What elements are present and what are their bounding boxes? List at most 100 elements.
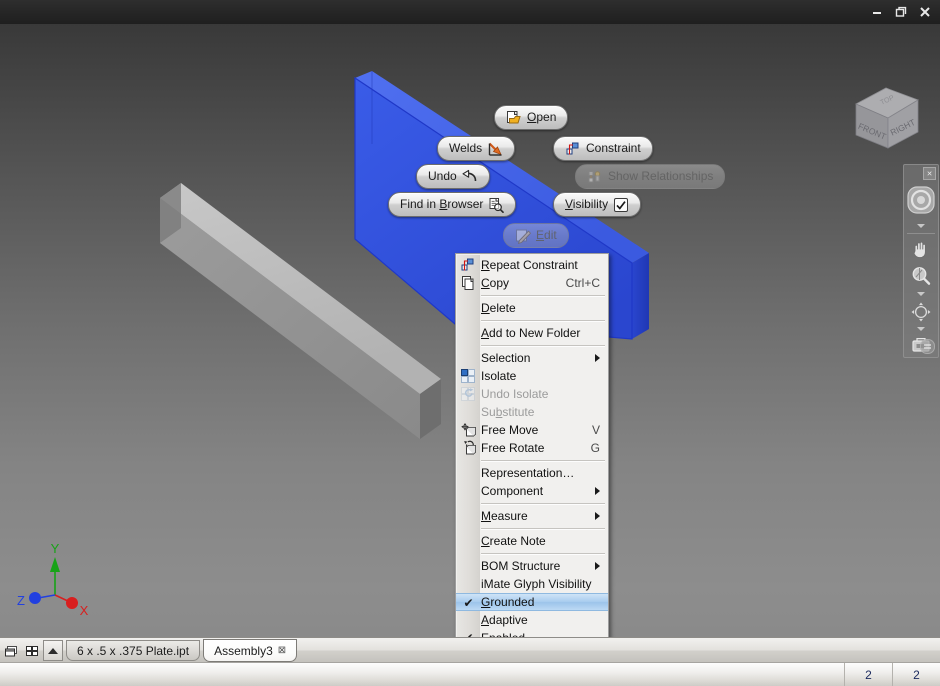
submenu-arrow-icon (595, 487, 600, 495)
orbit-icon[interactable] (904, 299, 938, 325)
menu-adaptive-label: Adaptive (481, 613, 528, 627)
mini-find-in-browser-button-label: Find in Browser (400, 197, 484, 211)
minimize-button[interactable] (866, 3, 888, 21)
menu-grounded[interactable]: ✔ Grounded (456, 593, 608, 611)
doc-tab-plate[interactable]: 6 x .5 x .375 Plate.ipt (66, 640, 201, 661)
mini-edit-button: Edit (503, 223, 569, 248)
pan-hand-icon[interactable] (904, 236, 938, 262)
menu-isolate[interactable]: Isolate (456, 367, 608, 385)
menu-bom-structure-label: BOM Structure (481, 559, 561, 573)
mini-undo-button[interactable]: Undo (416, 164, 490, 189)
menu-measure-label: Measure (481, 509, 528, 523)
mini-constraint-button-label: Constraint (586, 141, 641, 155)
menu-separator (456, 525, 608, 532)
title-bar (0, 0, 940, 24)
doc-tab-close-icon[interactable]: ⊠ (278, 645, 286, 656)
menu-component[interactable]: Component (456, 482, 608, 500)
menu-repeat-constraint[interactable]: Repeat Constraint (456, 256, 608, 274)
menu-representation-label: Representation… (481, 466, 575, 480)
menu-substitute: Substitute (456, 403, 608, 421)
menu-repeat-constraint-label: Repeat Constraint (481, 258, 578, 272)
menu-free-move-label: Free Move (481, 423, 539, 437)
close-button[interactable] (914, 3, 936, 21)
mini-constraint-button[interactable]: Constraint (553, 136, 653, 161)
navbar-menu-icon[interactable] (920, 339, 935, 354)
menu-selection[interactable]: Selection (456, 349, 608, 367)
menu-add-to-new-folder[interactable]: Add to New Folder (456, 324, 608, 342)
menu-selection-label: Selection (481, 351, 531, 365)
menu-free-move[interactable]: Free Move V (456, 421, 608, 439)
mini-visibility-button-label: Visibility (565, 197, 609, 211)
menu-undo-isolate: Undo Isolate (456, 385, 608, 403)
zoom-magnifier-icon[interactable] (904, 263, 938, 289)
menu-separator (456, 292, 608, 299)
menu-bom-structure[interactable]: BOM Structure (456, 557, 608, 575)
navigation-bar[interactable]: ✕ (903, 164, 939, 358)
mini-show-relationships-button-label: Show Relationships (608, 169, 714, 183)
menu-isolate-label: Isolate (481, 369, 517, 383)
menu-representation[interactable]: Representation… (456, 464, 608, 482)
mini-edit-button-label: Edit (536, 228, 557, 242)
mini-open-button[interactable]: Open (494, 105, 569, 130)
menu-separator (456, 317, 608, 324)
menu-create-note[interactable]: Create Note (456, 532, 608, 550)
menu-delete[interactable]: Delete (456, 299, 608, 317)
mini-undo-button-label: Undo (428, 169, 457, 183)
restore-button[interactable] (890, 3, 912, 21)
menu-measure[interactable]: Measure (456, 507, 608, 525)
view-cube[interactable]: FRONT RIGHT TOP (838, 60, 934, 156)
menu-enabled-label: Enabled (481, 631, 600, 637)
menu-copy-label: Copy (481, 276, 510, 290)
mini-welds-button[interactable]: Welds (437, 136, 516, 161)
free-move-icon (460, 422, 476, 438)
constraint-icon (565, 141, 581, 157)
steering-wheel-icon[interactable] (904, 179, 938, 221)
mini-show-relationships-button: Show Relationships (575, 164, 726, 189)
menu-adaptive[interactable]: Adaptive (456, 611, 608, 629)
axis-label-y: Y (51, 541, 60, 556)
submenu-arrow-icon (595, 562, 600, 570)
axis-triad: Y X Z (17, 541, 89, 618)
cascade-windows-button[interactable] (1, 640, 21, 661)
menu-copy-shortcut: Ctrl+C (565, 276, 600, 290)
axis-label-z: Z (17, 593, 25, 608)
menu-delete-label: Delete (481, 301, 516, 315)
tile-windows-button[interactable] (22, 640, 42, 661)
relationships-icon (587, 169, 603, 185)
menu-copy[interactable]: Copy Ctrl+C (456, 274, 608, 292)
welds-icon (487, 141, 503, 157)
zoom-dropdown-icon[interactable] (904, 290, 938, 298)
3d-viewport[interactable]: FRONT RIGHT TOP ✕ Y X Z Open Welds Const… (0, 24, 940, 637)
window-controls (866, 3, 936, 21)
menu-enabled[interactable]: ✔ Enabled (456, 629, 608, 638)
undo-arrow-icon (462, 169, 478, 185)
doc-tab-plate-label: 6 x .5 x .375 Plate.ipt (77, 643, 190, 658)
submenu-arrow-icon (595, 512, 600, 520)
doc-tab-assembly3-label: Assembly3 (214, 643, 273, 658)
status-count-1: 2 (844, 663, 892, 686)
copy-icon (460, 275, 476, 291)
mini-welds-button-label: Welds (449, 141, 483, 155)
doc-tab-assembly3[interactable]: Assembly3 ⊠ (203, 639, 298, 662)
menu-undo-isolate-label: Undo Isolate (481, 387, 549, 401)
status-message-area (0, 663, 844, 686)
orbit-dropdown-icon[interactable] (904, 325, 938, 333)
menu-imate-glyph-visibility-label: iMate Glyph Visibility (481, 577, 592, 591)
constraint-icon (460, 257, 476, 273)
menu-imate-glyph-visibility[interactable]: iMate Glyph Visibility (456, 575, 608, 593)
status-bar: 2 2 (0, 662, 940, 686)
context-menu-list: Repeat Constraint Copy Ctrl+C Delete Add to … (456, 256, 608, 637)
scroll-up-button[interactable] (43, 640, 63, 661)
free-rotate-icon (460, 440, 476, 456)
steering-wheel-dropdown-icon[interactable] (904, 222, 938, 230)
menu-create-note-label: Create Note (481, 534, 546, 548)
document-tab-strip: 6 x .5 x .375 Plate.ipt Assembly3 ⊠ (0, 637, 940, 663)
mini-visibility-button[interactable]: Visibility (553, 192, 642, 217)
mini-find-in-browser-button[interactable]: Find in Browser (388, 192, 517, 217)
application-window: FRONT RIGHT TOP ✕ Y X Z Open Welds Const… (0, 0, 940, 686)
menu-add-to-new-folder-label: Add to New Folder (481, 326, 581, 340)
menu-free-rotate-shortcut: G (590, 441, 600, 455)
context-menu[interactable]: Repeat Constraint Copy Ctrl+C Delete Add to … (455, 253, 609, 637)
menu-separator (456, 500, 608, 507)
menu-free-rotate[interactable]: Free Rotate G (456, 439, 608, 457)
